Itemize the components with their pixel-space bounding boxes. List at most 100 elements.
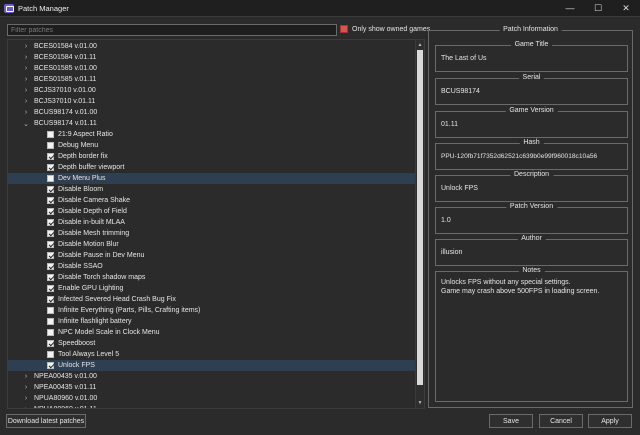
patch-checkbox[interactable] [47,252,54,259]
tree-item-patch[interactable]: Disable Pause in Dev Menu [8,250,415,261]
scroll-up-icon[interactable]: ▲ [416,41,424,49]
tree-item-label: Disable Mesh trimming [58,230,130,237]
hash-group: Hash PPU-120fb71f7352d62521c639b0e99f960… [435,139,628,170]
tree-item-patch[interactable]: Disable SSAO [8,261,415,272]
patch-checkbox[interactable] [47,219,54,226]
tree-item-label: Disable Camera Shake [58,197,130,204]
tree-item-label: BCES01584 v.01.11 [34,54,97,61]
chevron-right-icon[interactable]: › [22,373,30,381]
tree-item-serial[interactable]: › NPEA00435 v.01.00 [8,371,415,382]
tree-item-patch[interactable]: Disable Torch shadow maps [8,272,415,283]
tree-item-label: Speedboost [58,340,96,347]
tree-item-serial[interactable]: › BCJS37010 v.01.00 [8,85,415,96]
author-value: illusion [441,249,463,256]
tree-item-patch[interactable]: Disable Motion Blur [8,239,415,250]
tree-item-patch[interactable]: Infected Severed Head Crash Bug Fix [8,294,415,305]
patch-tree[interactable]: ▲ ▼ › BCES01584 v.01.00 › BCES01584 v.01.11… [7,39,425,409]
tree-item-serial[interactable]: › BCES01584 v.01.00 [8,41,415,52]
patch-checkbox[interactable] [47,208,54,215]
patch-checkbox[interactable] [47,329,54,336]
tree-item-serial[interactable]: › BCES01584 v.01.11 [8,52,415,63]
tree-item-patch[interactable]: Disable in-built MLAA [8,217,415,228]
tree-item-patch[interactable]: Depth buffer viewport [8,162,415,173]
download-patches-button[interactable]: Download latest patches [6,414,86,428]
patch-checkbox[interactable] [47,175,54,182]
tree-item-patch[interactable]: Infinite flashlight battery [8,316,415,327]
cancel-button[interactable]: Cancel [539,414,583,428]
save-button[interactable]: Save [489,414,533,428]
patch-checkbox[interactable] [47,142,54,149]
tree-scrollbar[interactable]: ▲ ▼ [415,40,424,408]
patch-checkbox[interactable] [47,164,54,171]
patch-checkbox[interactable] [47,274,54,281]
tree-item-serial[interactable]: ⌄ BCUS98174 v.01.11 [8,118,415,129]
patch-checkbox[interactable] [47,318,54,325]
tree-item-label: Disable Bloom [58,186,104,193]
chevron-right-icon[interactable]: › [22,65,30,73]
tree-item-serial[interactable]: › NPUA80960 v.01.00 [8,393,415,404]
patch-checkbox[interactable] [47,351,54,358]
tree-item-patch[interactable]: Disable Mesh trimming [8,228,415,239]
tree-item-patch[interactable]: Disable Bloom [8,184,415,195]
tree-item-serial[interactable]: › NPEA00435 v.01.11 [8,382,415,393]
chevron-right-icon[interactable]: › [22,43,30,51]
chevron-right-icon[interactable]: › [22,98,30,106]
chevron-right-icon[interactable]: › [22,76,30,84]
scroll-thumb[interactable] [417,50,423,385]
tree-item-patch[interactable]: Enable GPU Lighting [8,283,415,294]
apply-button[interactable]: Apply [588,414,632,428]
patch-checkbox[interactable] [47,296,54,303]
patch-checkbox[interactable] [47,340,54,347]
chevron-down-icon[interactable]: ⌄ [22,120,30,128]
tree-item-patch[interactable]: 21:9 Aspect Ratio [8,129,415,140]
patch-checkbox[interactable] [47,285,54,292]
maximize-button[interactable]: ☐ [584,0,612,17]
patch-info-panel: Patch Information Game Title The Last of… [428,26,633,408]
chevron-right-icon[interactable]: › [22,54,30,62]
tree-item-patch[interactable]: Speedboost [8,338,415,349]
patch-version-value: 1.0 [441,217,451,224]
tree-item-label: NPC Model Scale in Clock Menu [58,329,160,336]
tree-item-serial[interactable]: › BCES01585 v.01.00 [8,63,415,74]
chevron-right-icon[interactable]: › [22,384,30,392]
owned-toggle[interactable]: Only show owned games [340,25,430,33]
tree-item-serial[interactable]: › BCUS98174 v.01.00 [8,107,415,118]
description-label: Description [509,171,554,178]
patch-checkbox[interactable] [47,263,54,270]
chevron-right-icon[interactable]: › [22,87,30,95]
patch-checkbox[interactable] [47,307,54,314]
tree-item-serial[interactable]: › BCJS37010 v.01.11 [8,96,415,107]
tree-item-patch[interactable]: Tool Always Level 5 [8,349,415,360]
tree-item-label: Unlock FPS [58,362,95,369]
tree-item-patch[interactable]: Unlock FPS [8,360,415,371]
patch-checkbox[interactable] [47,241,54,248]
scroll-down-icon[interactable]: ▼ [416,399,424,407]
patch-checkbox[interactable] [47,197,54,204]
owned-checkbox[interactable] [340,25,348,33]
chevron-right-icon[interactable]: › [22,406,30,408]
tree-item-patch[interactable]: Dev Menu Plus [8,173,415,184]
tree-item-patch[interactable]: Infinite Everything (Parts, Pills, Craft… [8,305,415,316]
tree-item-serial[interactable]: › NPUA80960 v.01.11 [8,404,415,408]
close-button[interactable]: ✕ [612,0,640,17]
filter-input[interactable] [7,24,337,36]
patch-checkbox[interactable] [47,153,54,160]
tree-item-patch[interactable]: Disable Depth of Field [8,206,415,217]
notes-label: Notes [518,267,545,274]
patch-checkbox[interactable] [47,230,54,237]
tree-item-label: Debug Menu [58,142,99,149]
author-label: Author [517,235,546,242]
chevron-right-icon[interactable]: › [22,395,30,403]
tree-item-patch[interactable]: Debug Menu [8,140,415,151]
patch-checkbox[interactable] [47,131,54,138]
tree-item-patch[interactable]: Depth border fix [8,151,415,162]
tree-item-label: Disable Torch shadow maps [58,274,146,281]
tree-item-serial[interactable]: › BCES01585 v.01.11 [8,74,415,85]
chevron-right-icon[interactable]: › [22,109,30,117]
patch-checkbox[interactable] [47,186,54,193]
tree-item-patch[interactable]: Disable Camera Shake [8,195,415,206]
patch-checkbox[interactable] [47,362,54,369]
tree-item-label: BCUS98174 v.01.00 [34,109,98,116]
tree-item-patch[interactable]: NPC Model Scale in Clock Menu [8,327,415,338]
minimize-button[interactable]: — [556,0,584,17]
